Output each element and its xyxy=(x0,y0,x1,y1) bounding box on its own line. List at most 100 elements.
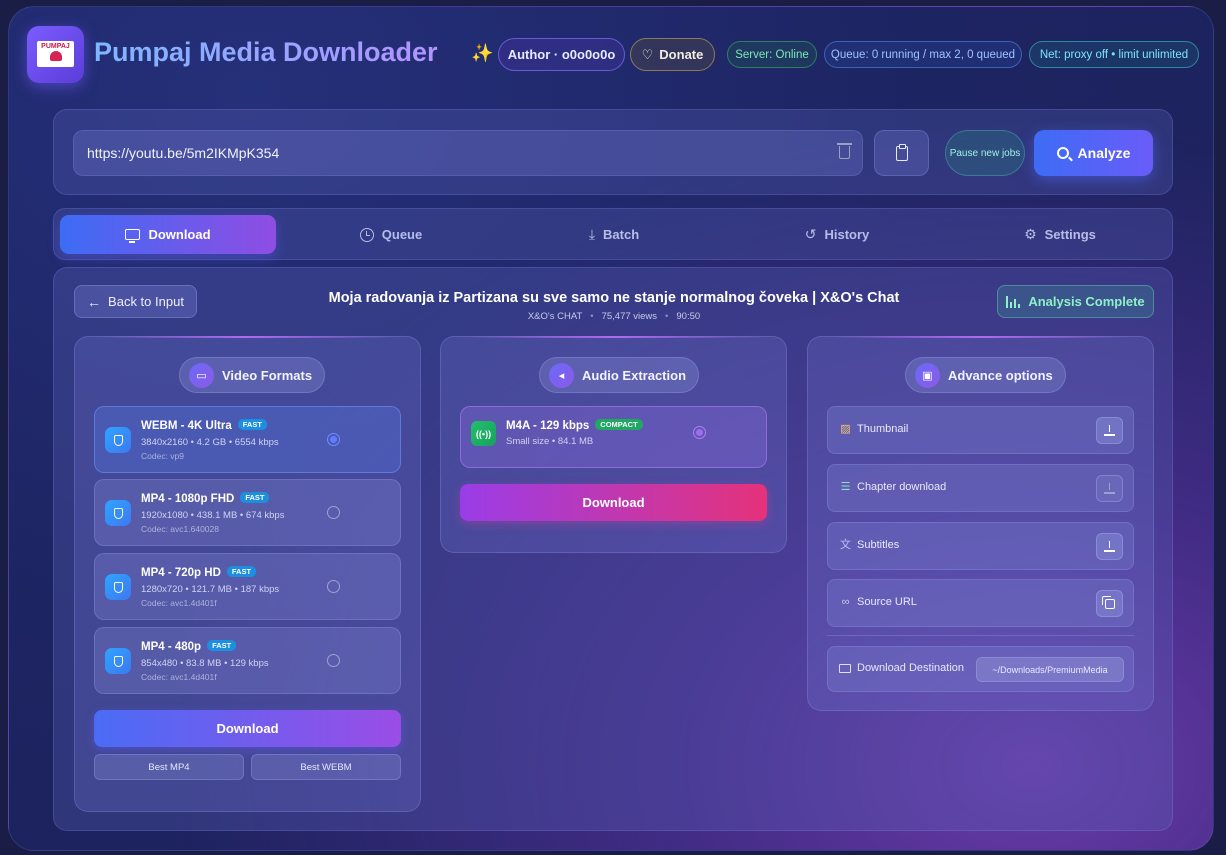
download-destination-row: Download Destination ~/Downloads/Premium… xyxy=(827,646,1134,692)
format-option-mp4-1080p[interactable]: MP4 - 1080p FHD FAST 1920x1080 • 438.1 MB… xyxy=(94,479,401,546)
image-icon: ▣ xyxy=(915,362,940,388)
format-badge: FAST xyxy=(237,419,267,430)
audio-format-radio[interactable] xyxy=(693,426,706,439)
format-radio[interactable] xyxy=(327,580,340,593)
download-icon xyxy=(1104,425,1115,436)
format-radio[interactable] xyxy=(327,654,340,667)
view-count: 75,477 views xyxy=(601,311,658,322)
tab-settings-label: Settings xyxy=(1044,227,1096,242)
audio-format-detail: Small size • 84.1 MB xyxy=(506,436,594,447)
format-name: MP4 - 720p HD xyxy=(141,567,221,579)
copy-source-url-button[interactable] xyxy=(1096,590,1123,617)
format-codec: Codec: avc1.4d401f xyxy=(141,598,217,608)
tab-batch[interactable]: ⤓ Batch xyxy=(506,215,722,254)
tab-download-label: Download xyxy=(148,227,211,242)
video-duration: 90:50 xyxy=(676,311,701,322)
format-codec: Codec: avc1.640028 xyxy=(141,524,219,534)
format-radio[interactable] xyxy=(327,506,340,519)
pause-new-jobs-button[interactable]: Pause new jobs xyxy=(945,130,1025,176)
audio-format-option-m4a[interactable]: ((•)) M4A - 129 kbps COMPACT Small size •… xyxy=(460,406,767,468)
server-status-badge: Server: Online xyxy=(727,41,817,68)
format-codec: Codec: vp9 xyxy=(141,451,184,461)
heart-icon: ♡ xyxy=(641,46,654,62)
app-window: PUMPAJ Pumpaj Media Downloader ✨ Author … xyxy=(8,6,1214,851)
download-video-button[interactable]: Download xyxy=(94,710,401,747)
format-shield-icon xyxy=(105,500,131,526)
speaker-icon: ◂ xyxy=(549,362,574,388)
clear-url-trash-icon[interactable] xyxy=(837,143,852,159)
format-option-webm-4k[interactable]: WEBM - 4K Ultra FAST 3840x2160 • 4.2 GB •… xyxy=(94,406,401,473)
format-badge: FAST xyxy=(226,566,257,577)
history-icon: ↺ xyxy=(804,226,817,242)
video-meta: X&O's CHAT • 75,477 views • 90:50 xyxy=(527,311,701,322)
format-name: WEBM - 4K Ultra xyxy=(141,420,232,432)
option-label: Subtitles xyxy=(857,539,900,551)
audio-format-name-row: M4A - 129 kbps COMPACT xyxy=(506,419,643,432)
logo-image: PUMPAJ xyxy=(37,41,74,67)
best-webm-button[interactable]: Best WEBM xyxy=(251,754,401,780)
tab-queue[interactable]: Queue xyxy=(283,215,499,254)
thumbnail-download-button[interactable] xyxy=(1096,417,1123,444)
audio-format-badge: COMPACT xyxy=(595,419,643,430)
format-option-mp4-480p[interactable]: MP4 - 480p FAST 854x480 • 83.8 MB • 129 k… xyxy=(94,627,401,694)
format-name-row: WEBM - 4K Ultra FAST xyxy=(141,419,267,432)
format-detail: 1920x1080 • 438.1 MB • 674 kbps xyxy=(141,510,285,521)
channel-name: X&O's CHAT xyxy=(527,311,583,322)
url-value: https://youtu.be/5m2IKMpK354 xyxy=(87,145,280,161)
destination-path-button[interactable]: ~/Downloads/PremiumMedia xyxy=(976,657,1124,682)
clock-icon xyxy=(359,227,374,242)
tab-queue-label: Queue xyxy=(381,227,423,242)
queue-status-badge: Queue: 0 running / max 2, 0 queued xyxy=(824,41,1022,68)
download-icon xyxy=(1104,483,1115,494)
video-title: Moja radovanja iz Partizana su sve samo … xyxy=(328,290,900,306)
tab-history[interactable]: ↺ History xyxy=(729,215,945,254)
copy-icon xyxy=(1101,595,1115,609)
analysis-complete-badge: Analysis Complete xyxy=(997,285,1154,318)
arrow-left-icon: ← xyxy=(87,293,102,310)
format-name: MP4 - 480p xyxy=(141,641,202,653)
format-codec: Codec: avc1.4d401f xyxy=(141,672,217,682)
tab-bar: Download Queue ⤓ Batch ↺ History ⚙ Setti… xyxy=(53,208,1173,260)
audio-wave-icon: ((•)) xyxy=(471,421,496,446)
format-option-mp4-720p[interactable]: MP4 - 720p HD FAST 1280x720 • 121.7 MB • … xyxy=(94,553,401,620)
tab-download[interactable]: Download xyxy=(60,215,276,254)
audio-extraction-heading: ◂ Audio Extraction xyxy=(539,357,700,393)
option-subtitles: 文 Subtitles xyxy=(827,522,1134,570)
author-badge[interactable]: Author · o0o0o0o xyxy=(498,38,625,71)
back-to-input-button[interactable]: ← Back to Input xyxy=(74,285,197,318)
paste-button[interactable] xyxy=(874,130,929,176)
clipboard-icon xyxy=(895,143,908,161)
option-label: Thumbnail xyxy=(857,423,909,435)
option-label: Source URL xyxy=(857,596,917,608)
url-input[interactable]: https://youtu.be/5m2IKMpK354 xyxy=(73,130,863,176)
donate-button[interactable]: ♡ Donate xyxy=(630,38,715,71)
format-shield-icon xyxy=(105,427,131,453)
analyze-button[interactable]: Analyze xyxy=(1034,130,1153,176)
format-name-row: MP4 - 480p FAST xyxy=(141,640,237,653)
analyze-label: Analyze xyxy=(1077,145,1131,161)
format-radio[interactable] xyxy=(327,433,340,446)
format-shield-icon xyxy=(105,648,131,674)
video-formats-heading: ▭ Video Formats xyxy=(179,357,326,393)
download-audio-button[interactable]: Download xyxy=(460,484,767,521)
search-icon xyxy=(1056,147,1069,159)
bar-chart-icon xyxy=(1006,295,1021,308)
format-shield-icon xyxy=(105,574,131,600)
app-logo: PUMPAJ xyxy=(27,26,84,83)
tab-settings[interactable]: ⚙ Settings xyxy=(952,215,1168,254)
sparkle-icon: ✨ xyxy=(471,43,494,63)
audio-extraction-card: ◂ Audio Extraction ((•)) M4A - 129 kbps C… xyxy=(440,336,787,553)
donate-label: Donate xyxy=(659,47,704,62)
best-mp4-button[interactable]: Best MP4 xyxy=(94,754,244,780)
subtitles-download-button[interactable] xyxy=(1096,533,1123,560)
divider xyxy=(827,635,1134,636)
image-icon: ▨ xyxy=(840,423,851,435)
option-source-url: ∞ Source URL xyxy=(827,579,1134,627)
format-detail: 3840x2160 • 4.2 GB • 6554 kbps xyxy=(141,437,279,448)
logo-heart-icon xyxy=(49,51,62,61)
option-chapter-download: ☰ Chapter download xyxy=(827,464,1134,512)
download-icon: ⤓ xyxy=(588,226,596,242)
format-badge: FAST xyxy=(240,492,270,503)
back-label: Back to Input xyxy=(108,294,184,309)
chapter-download-button[interactable] xyxy=(1096,475,1123,502)
